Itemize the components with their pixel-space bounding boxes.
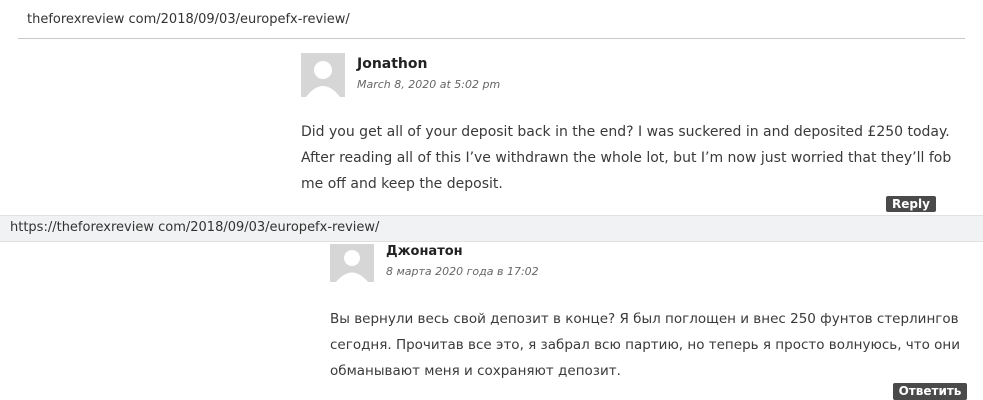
- page-url-text: theforexreview com/2018/09/03/europefx-r…: [27, 12, 350, 27]
- comment-author[interactable]: Джонатон: [386, 244, 463, 259]
- reply-button[interactable]: Ответить: [893, 383, 967, 400]
- comment-date[interactable]: 8 марта 2020 года в 17:02: [386, 265, 539, 278]
- comment-body: Did you get all of your deposit back in …: [301, 124, 952, 192]
- comment-date[interactable]: March 8, 2020 at 5:02 pm: [357, 78, 500, 91]
- status-url-bar: https://theforexreview com/2018/09/03/eu…: [0, 215, 983, 242]
- comment-body: Вы вернули весь свой депозит в конце? Я …: [330, 311, 961, 379]
- avatar-icon: [301, 53, 345, 97]
- status-url-text: https://theforexreview com/2018/09/03/eu…: [10, 220, 380, 235]
- comment-author[interactable]: Jonathon: [357, 56, 428, 72]
- divider: [18, 38, 965, 39]
- avatar-icon: [330, 244, 374, 282]
- reply-button[interactable]: Reply: [886, 196, 936, 212]
